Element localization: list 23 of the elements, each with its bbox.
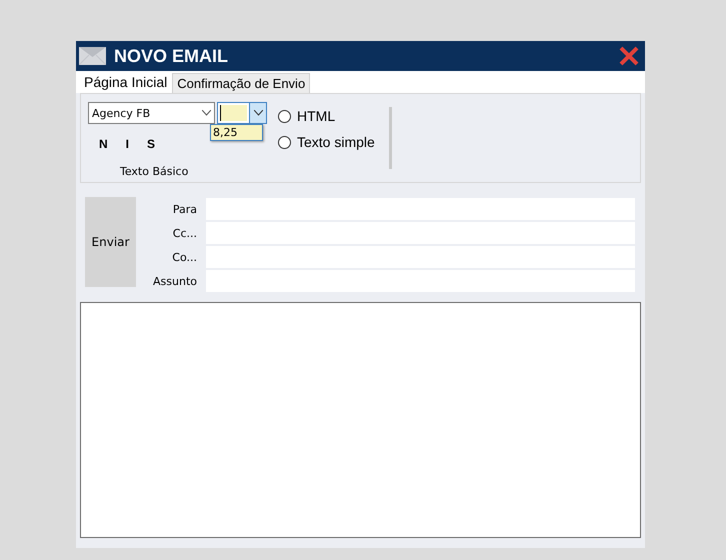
- close-icon[interactable]: [619, 46, 639, 66]
- caret-icon: [202, 110, 211, 116]
- caret-icon: [254, 110, 262, 116]
- window-title: NOVO EMAIL: [114, 46, 230, 66]
- message-body-field[interactable]: [80, 302, 641, 538]
- font-size-dropdown[interactable]: [217, 102, 267, 124]
- dropdown-option[interactable]: 8,25: [211, 125, 262, 140]
- font-dropdown[interactable]: Agency FB: [88, 102, 215, 124]
- field-label: Co...: [171, 250, 197, 264]
- field-label: Para: [172, 202, 197, 216]
- tab[interactable]: Confirmação de Envio: [172, 73, 310, 93]
- group-label: Texto Básico: [119, 165, 190, 178]
- format-button[interactable]: N: [97, 137, 110, 151]
- field-label: Cc...: [172, 226, 197, 240]
- send-button[interactable]: Enviar: [85, 197, 136, 287]
- radio-button[interactable]: [278, 110, 291, 122]
- radio-label: HTML: [297, 108, 336, 124]
- format-button[interactable]: I: [124, 137, 132, 151]
- field-label: Assunto: [152, 274, 197, 288]
- radio-label: Texto simple: [297, 134, 375, 150]
- envelope-icon: [79, 47, 106, 65]
- format-button[interactable]: S: [145, 137, 158, 151]
- radio-button[interactable]: [278, 136, 291, 148]
